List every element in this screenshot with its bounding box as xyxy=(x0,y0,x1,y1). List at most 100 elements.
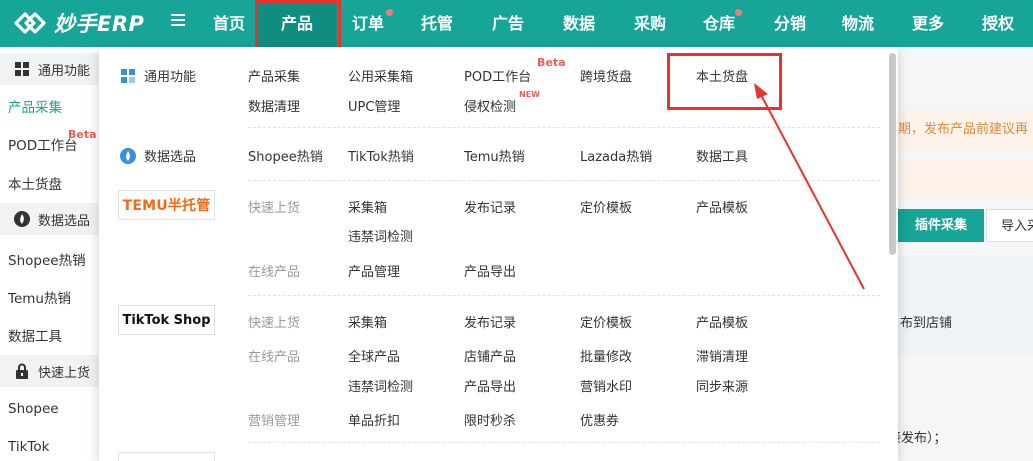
temu-logo: TEMU半托管 xyxy=(118,190,215,220)
sidebar-group-quick[interactable]: 快速上货 xyxy=(0,355,99,387)
sidebar-item-tiktok[interactable]: TikTok xyxy=(8,439,49,455)
lock-icon xyxy=(16,363,28,379)
tiktok-logo-text: TikTok Shop xyxy=(122,312,211,328)
menu-link-data-cleanup[interactable]: 数据清理 xyxy=(248,96,300,115)
menu-link-infringement-check[interactable]: 侵权检测 xyxy=(464,96,516,115)
new-badge: NEW xyxy=(519,90,540,99)
temu-logo-text: TEMU半托管 xyxy=(122,198,211,214)
menu-link-product-collect[interactable]: 产品采集 xyxy=(248,66,300,85)
grid-icon xyxy=(15,62,29,76)
menu-category-data: 数据选品 xyxy=(120,146,196,165)
nav-more[interactable]: 更多 xyxy=(904,0,952,47)
tab-import-collect[interactable]: 导入采 xyxy=(986,209,1033,242)
menu-link-temu-pricing-template[interactable]: 定价模板 xyxy=(580,197,632,216)
menu-link-tiktok-collect-box[interactable]: 采集箱 xyxy=(348,312,387,331)
nav-ads[interactable]: 广告 xyxy=(484,0,532,47)
sidebar-item-local-supply[interactable]: 本土货盘 xyxy=(8,173,62,193)
next-platform-logo xyxy=(118,452,215,461)
sidebar-item-shopee-hot[interactable]: Shopee热销 xyxy=(8,249,86,269)
menu-divider xyxy=(248,442,880,443)
logo-icon xyxy=(14,12,46,34)
menu-link-data-tools[interactable]: 数据工具 xyxy=(696,146,748,165)
menu-link-sync-source[interactable]: 同步来源 xyxy=(696,376,748,395)
flame-icon xyxy=(120,147,136,164)
menu-link-shop-products[interactable]: 店铺产品 xyxy=(464,346,516,365)
info-panel xyxy=(888,256,1033,354)
menu-link-public-collect-box[interactable]: 公用采集箱 xyxy=(348,66,413,85)
nav-data[interactable]: 数据 xyxy=(555,0,603,47)
notice-strip xyxy=(888,160,1033,198)
menu-link-tiktok-product-template[interactable]: 产品模板 xyxy=(696,312,748,331)
scrollbar-thumb[interactable] xyxy=(889,53,896,255)
tab-plugin-collect[interactable]: 插件采集 xyxy=(898,209,984,242)
brand-logo[interactable]: 妙手ERP xyxy=(12,8,144,38)
menu-divider xyxy=(248,295,880,296)
row-label-online-products: 在线产品 xyxy=(248,265,301,280)
apps-icon xyxy=(121,68,135,83)
sidebar-item-shopee[interactable]: Shopee xyxy=(8,401,59,417)
nav-home[interactable]: 首页 xyxy=(205,0,253,47)
nav-hosting[interactable]: 托管 xyxy=(413,0,461,47)
row-label-quick-listing: 快速上货 xyxy=(248,201,301,216)
local-supply-highlight-box xyxy=(667,53,782,110)
beta-badge: Beta xyxy=(68,128,97,141)
menu-link-flash-sale[interactable]: 限时秒杀 xyxy=(464,410,516,429)
sidebar-group-general[interactable]: 通用功能 xyxy=(0,53,99,85)
menu-toggle-icon[interactable] xyxy=(171,14,185,28)
menu-link-single-discount[interactable]: 单品折扣 xyxy=(348,410,400,429)
publish-to-shop-text: 布到店铺 xyxy=(900,316,953,331)
menu-link-temu-product-management[interactable]: 产品管理 xyxy=(348,261,400,280)
sidebar-group-label: 通用功能 xyxy=(38,63,91,79)
menu-link-temu-hot[interactable]: Temu热销 xyxy=(464,146,525,165)
top-nav-bar: 妙手ERP 首页 产品 订单 托管 广告 数据 采购 仓库 分销 物流 更多 授… xyxy=(0,0,1033,47)
sidebar-item-data-tools[interactable]: 数据工具 xyxy=(8,325,62,345)
sidebar-group-label: 快速上货 xyxy=(38,365,91,381)
menu-link-temu-publish-records[interactable]: 发布记录 xyxy=(464,197,516,216)
sidebar-group-data[interactable]: 数据选品 xyxy=(0,203,99,235)
sidebar-item-temu-hot[interactable]: Temu热销 xyxy=(8,287,71,307)
flame-icon xyxy=(14,211,30,227)
nav-orders[interactable]: 订单 xyxy=(344,0,392,47)
menu-link-temu-collect-box[interactable]: 采集箱 xyxy=(348,197,387,216)
row-label-quick-listing: 快速上货 xyxy=(248,316,301,331)
sidebar-item-product-collect[interactable]: 产品采集 xyxy=(8,96,62,116)
orders-notification-dot xyxy=(386,9,393,16)
row-label-marketing: 营销管理 xyxy=(248,414,301,429)
menu-link-tiktok-publish-records[interactable]: 发布记录 xyxy=(464,312,516,331)
menu-link-tiktok-hot[interactable]: TikTok热销 xyxy=(348,146,414,165)
beta-badge: Beta xyxy=(537,56,566,69)
menu-link-tiktok-pricing-template[interactable]: 定价模板 xyxy=(580,312,632,331)
notice-banner: 期，发布产品前建议再 xyxy=(888,110,1033,150)
menu-divider xyxy=(248,127,880,128)
nav-warehouse[interactable]: 仓库 xyxy=(695,0,743,47)
warehouse-notification-dot xyxy=(735,9,742,16)
row-label-online-products: 在线产品 xyxy=(248,350,301,365)
menu-link-tiktok-product-export[interactable]: 产品导出 xyxy=(464,376,516,395)
menu-link-slow-sellers-cleanup[interactable]: 滞销清理 xyxy=(696,346,748,365)
menu-link-temu-product-template[interactable]: 产品模板 xyxy=(696,197,748,216)
category-title: 数据选品 xyxy=(144,150,197,165)
category-title: 通用功能 xyxy=(144,70,197,85)
menu-category-general: 通用功能 xyxy=(120,66,196,85)
menu-link-lazada-hot[interactable]: Lazada热销 xyxy=(580,146,652,165)
menu-link-marketing-watermark[interactable]: 营销水印 xyxy=(580,376,632,395)
nav-authorize[interactable]: 授权 xyxy=(974,0,1022,47)
menu-link-cross-border-supply[interactable]: 跨境货盘 xyxy=(580,66,632,85)
menu-link-temu-banned-words[interactable]: 违禁词检测 xyxy=(348,226,413,245)
brand-name: 妙手ERP xyxy=(54,12,145,36)
menu-link-temu-product-export[interactable]: 产品导出 xyxy=(464,261,516,280)
product-nav-highlight-box xyxy=(255,0,341,53)
sidebar-group-label: 数据选品 xyxy=(38,213,91,229)
menu-link-coupons[interactable]: 优惠券 xyxy=(580,410,619,429)
nav-purchase[interactable]: 采购 xyxy=(626,0,674,47)
menu-divider xyxy=(248,180,880,181)
menu-link-pod-workbench[interactable]: POD工作台 xyxy=(464,66,531,85)
menu-link-global-products[interactable]: 全球产品 xyxy=(348,346,400,365)
menu-link-tiktok-banned-words[interactable]: 违禁词检测 xyxy=(348,376,413,395)
nav-logistics[interactable]: 物流 xyxy=(834,0,882,47)
menu-link-shopee-hot[interactable]: Shopee热销 xyxy=(248,146,323,165)
menu-link-upc-management[interactable]: UPC管理 xyxy=(348,96,400,115)
nav-distribution[interactable]: 分销 xyxy=(766,0,814,47)
tiktok-shop-logo: TikTok Shop xyxy=(118,305,215,335)
menu-link-batch-edit[interactable]: 批量修改 xyxy=(580,346,632,365)
